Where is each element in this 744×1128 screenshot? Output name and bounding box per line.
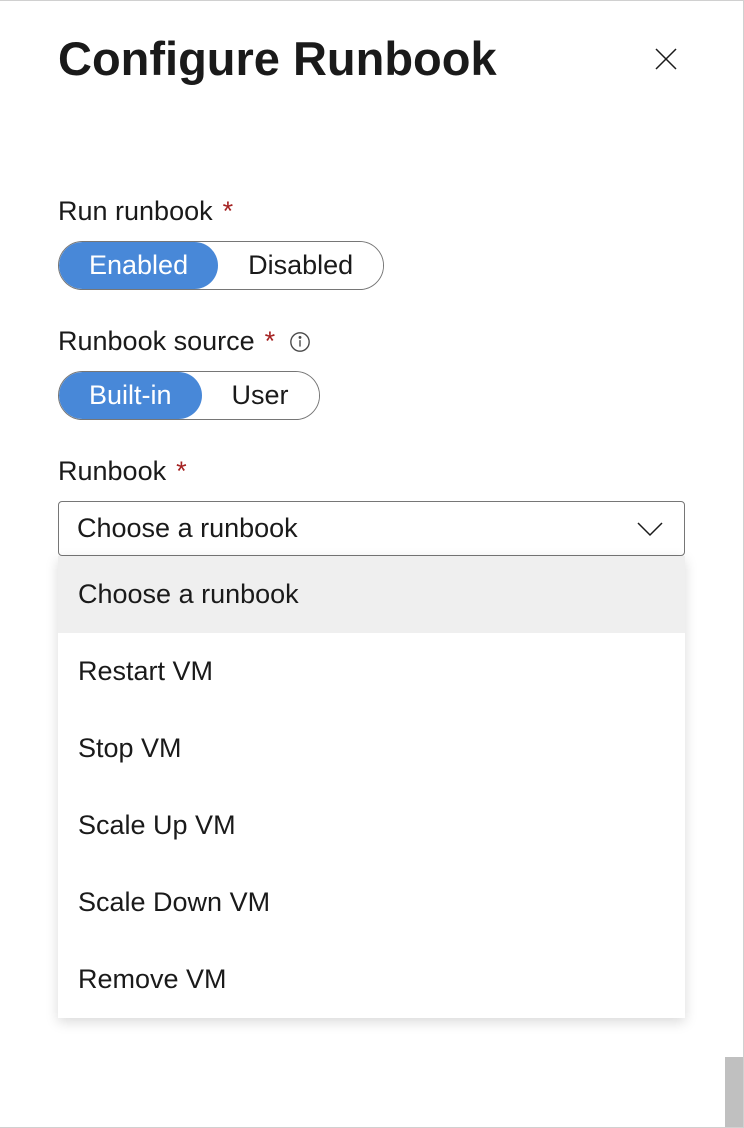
run-runbook-label: Run runbook * (58, 196, 685, 227)
panel-title: Configure Runbook (58, 31, 497, 86)
panel-header: Configure Runbook (58, 31, 685, 86)
run-runbook-toggle: Enabled Disabled (58, 241, 384, 290)
close-icon (651, 44, 681, 74)
dropdown-option-scaledown[interactable]: Scale Down VM (58, 864, 685, 941)
close-button[interactable] (647, 40, 685, 78)
scrollbar-thumb[interactable] (725, 1057, 743, 1127)
label-text: Run runbook (58, 196, 213, 227)
label-text: Runbook (58, 456, 166, 487)
run-runbook-field: Run runbook * Enabled Disabled (58, 196, 685, 290)
chevron-down-icon (634, 519, 666, 539)
label-text: Runbook source (58, 326, 255, 357)
dropdown-option-choose[interactable]: Choose a runbook (58, 556, 685, 633)
dropdown-option-stop[interactable]: Stop VM (58, 710, 685, 787)
user-toggle[interactable]: User (202, 372, 319, 419)
runbook-label: Runbook * (58, 456, 685, 487)
enabled-toggle[interactable]: Enabled (59, 242, 218, 289)
dropdown-option-scaleup[interactable]: Scale Up VM (58, 787, 685, 864)
dropdown-option-remove[interactable]: Remove VM (58, 941, 685, 1018)
runbook-dropdown-container: Choose a runbook Choose a runbook Restar… (58, 501, 685, 556)
info-icon[interactable] (289, 331, 311, 353)
disabled-toggle[interactable]: Disabled (218, 242, 383, 289)
builtin-toggle[interactable]: Built-in (59, 372, 202, 419)
dropdown-option-restart[interactable]: Restart VM (58, 633, 685, 710)
dropdown-selected: Choose a runbook (77, 513, 298, 544)
runbook-source-field: Runbook source * Built-in User (58, 326, 685, 420)
runbook-source-toggle: Built-in User (58, 371, 320, 420)
configure-runbook-panel: Configure Runbook Run runbook * Enabled … (0, 0, 744, 1128)
required-indicator: * (265, 326, 276, 357)
runbook-dropdown[interactable]: Choose a runbook (58, 501, 685, 556)
required-indicator: * (223, 196, 234, 227)
runbook-dropdown-list: Choose a runbook Restart VM Stop VM Scal… (58, 556, 685, 1018)
required-indicator: * (176, 456, 187, 487)
runbook-field: Runbook * Choose a runbook Choose a runb… (58, 456, 685, 556)
runbook-source-label: Runbook source * (58, 326, 685, 357)
